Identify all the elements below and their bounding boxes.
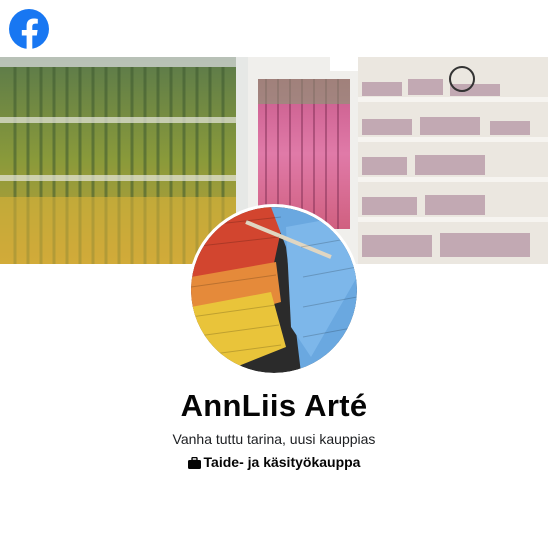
page-title: AnnLiis Arté [180,388,368,423]
facebook-logo-icon[interactable] [9,9,49,49]
page-tagline: Vanha tuttu tarina, uusi kauppias [172,431,376,447]
briefcase-icon [187,456,201,472]
page-category-label: Taide- ja käsityökauppa [203,454,361,470]
page-category: Taide- ja käsityökauppa [0,454,548,472]
profile-picture[interactable] [188,204,360,376]
